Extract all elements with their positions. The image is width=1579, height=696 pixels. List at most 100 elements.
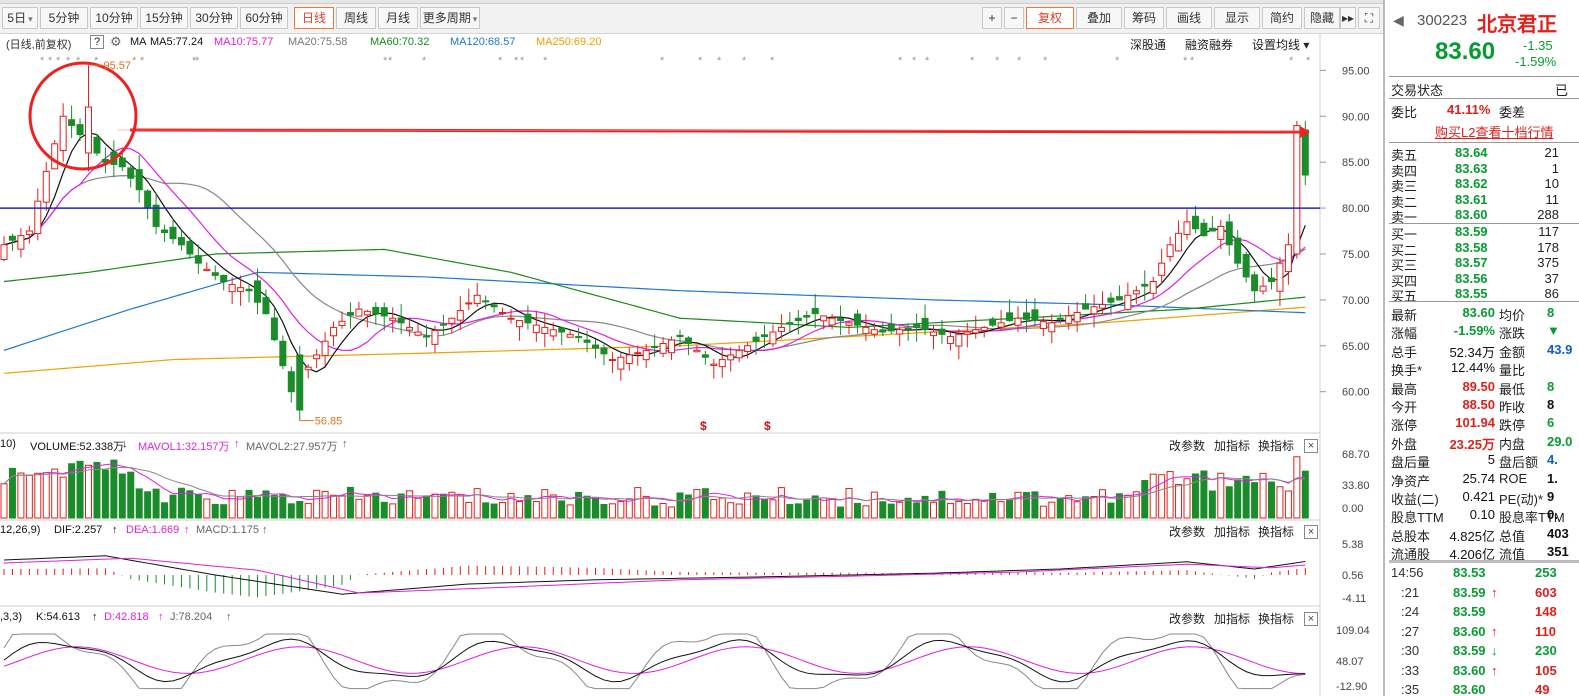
- close-icon[interactable]: ×: [1304, 612, 1318, 626]
- candle-body: [828, 317, 836, 326]
- volume-bar: [1099, 489, 1106, 519]
- legend-macd: MACD:1.175: [196, 524, 259, 536]
- legend-prefix: ,3,3): [0, 611, 23, 623]
- candle-body: [1039, 321, 1047, 329]
- candle-body: [769, 331, 777, 345]
- volume-bar: [896, 501, 904, 519]
- candle-body: [803, 314, 811, 318]
- candle-body: [1259, 285, 1267, 292]
- huan-indicator-button[interactable]: 换指标: [1258, 437, 1294, 454]
- huan-indicator-button[interactable]: 换指标: [1258, 610, 1294, 627]
- divider: [1389, 98, 1579, 99]
- volume-bar: [710, 499, 718, 519]
- volume-bar: [515, 501, 523, 519]
- candle-body: [363, 310, 371, 316]
- trend-arrow-icon: ↓: [122, 438, 128, 450]
- stat-label: 最低: [1499, 381, 1526, 397]
- volume-bar: [592, 496, 599, 519]
- tick-direction-icon: ↑: [1491, 662, 1498, 678]
- volume-bar: [1115, 493, 1123, 519]
- gai-indicator-button[interactable]: 改参数: [1169, 610, 1205, 627]
- huan-indicator-button[interactable]: 换指标: [1258, 523, 1294, 540]
- jia-indicator-button[interactable]: 加指标: [1214, 610, 1250, 627]
- candle-body: [1141, 283, 1149, 287]
- stat-label: PE(动)*: [1499, 492, 1544, 507]
- candle-body: [566, 333, 574, 338]
- event-marker: *: [770, 55, 775, 67]
- volume-bar: [1056, 497, 1064, 519]
- event-marker: *: [94, 55, 99, 67]
- volume-bar: [169, 494, 177, 519]
- candle-body: [423, 335, 430, 338]
- event-marker: *: [1043, 55, 1048, 67]
- candle-body: [254, 280, 261, 303]
- stat-row: 涨幅 -1.59% 涨跌 ▼: [1385, 322, 1579, 342]
- volume-bar: [837, 506, 845, 519]
- event-marker: *: [1115, 55, 1120, 67]
- legend-vol: VOLUME:52.338万: [30, 441, 125, 453]
- volume-bar: [718, 497, 726, 519]
- trend-arrow-icon: ↑: [226, 611, 232, 623]
- orderbook-volume: 1: [1551, 160, 1559, 176]
- candle-body: [515, 320, 523, 328]
- close-icon[interactable]: ×: [1304, 439, 1318, 453]
- stat-label: 总股本: [1391, 528, 1431, 544]
- stat-row: 今开 88.50 昨收 8: [1385, 396, 1579, 415]
- kline-chart[interactable]: 95.00 90.00 85.00 80.00 75.00 70.00 65.00 60.00…: [0, 0, 1383, 696]
- candle-body: [693, 349, 701, 353]
- stat-row: 最高 89.50 最低 8: [1385, 378, 1579, 397]
- candle-body: [651, 345, 659, 348]
- candle-body: [837, 317, 845, 322]
- jia-indicator-button[interactable]: 加指标: [1214, 437, 1250, 454]
- l2-link[interactable]: 购买L2查看十档行情: [1435, 122, 1553, 141]
- gai-indicator-button[interactable]: 改参数: [1169, 523, 1205, 540]
- tick-volume: 230: [1535, 643, 1557, 658]
- volume-bar: [879, 501, 887, 519]
- stat-label: 跌停: [1499, 418, 1526, 434]
- volume-bar: [1158, 474, 1166, 519]
- gai-indicator-button[interactable]: 改参数: [1169, 437, 1205, 454]
- volume-bar: [355, 498, 363, 519]
- stat-row: 流通股 4.206亿 流值 351: [1385, 543, 1579, 562]
- orderbook-price: 83.55: [1455, 286, 1488, 301]
- volume-bar: [482, 502, 490, 519]
- volume-bar: [262, 490, 270, 519]
- orderbook-row: 卖二 83.61 11: [1385, 192, 1579, 210]
- candle-body: [870, 329, 878, 335]
- volume-bar: [439, 493, 447, 519]
- volume-bar: [456, 494, 464, 519]
- event-marker: *: [498, 55, 503, 67]
- candle-body: [853, 313, 861, 326]
- back-icon[interactable]: ◀: [1393, 12, 1404, 29]
- candle-body: [1301, 129, 1309, 176]
- candle-body: [169, 226, 177, 240]
- candle-body: [1006, 312, 1014, 322]
- candle-body: [406, 326, 414, 331]
- candle-body: [1132, 290, 1140, 295]
- stat-value: 8: [1547, 305, 1555, 320]
- stat-label: 涨跌: [1499, 326, 1526, 342]
- candle-body: [499, 312, 507, 315]
- candle-body: [1276, 262, 1284, 292]
- volume-bar: [414, 497, 422, 519]
- volume-bar: [270, 495, 278, 519]
- candle-body: [279, 340, 287, 367]
- candle-body: [600, 347, 608, 355]
- jia-indicator-button[interactable]: 加指标: [1214, 523, 1250, 540]
- stat-value: 0.421: [1462, 489, 1495, 504]
- candle-body: [490, 304, 498, 308]
- volume-bar: [42, 472, 50, 519]
- candle-body: [346, 312, 354, 316]
- tick-price: 83.60: [1453, 662, 1486, 678]
- tick-time: :21: [1401, 584, 1420, 600]
- low-label: 56.85: [315, 416, 343, 428]
- candle-body: [465, 302, 473, 305]
- tick-price: 83.53: [1453, 565, 1486, 580]
- candle-body: [642, 349, 650, 361]
- tick-row: :21 83.59 ↑ 603: [1385, 584, 1579, 602]
- trade-status-row: 交易状态 已: [1385, 79, 1579, 98]
- orderbook-volume: 178: [1537, 239, 1559, 255]
- volume-bar: [946, 502, 954, 519]
- close-icon[interactable]: ×: [1304, 525, 1318, 539]
- stat-label: 收益(二): [1391, 492, 1439, 507]
